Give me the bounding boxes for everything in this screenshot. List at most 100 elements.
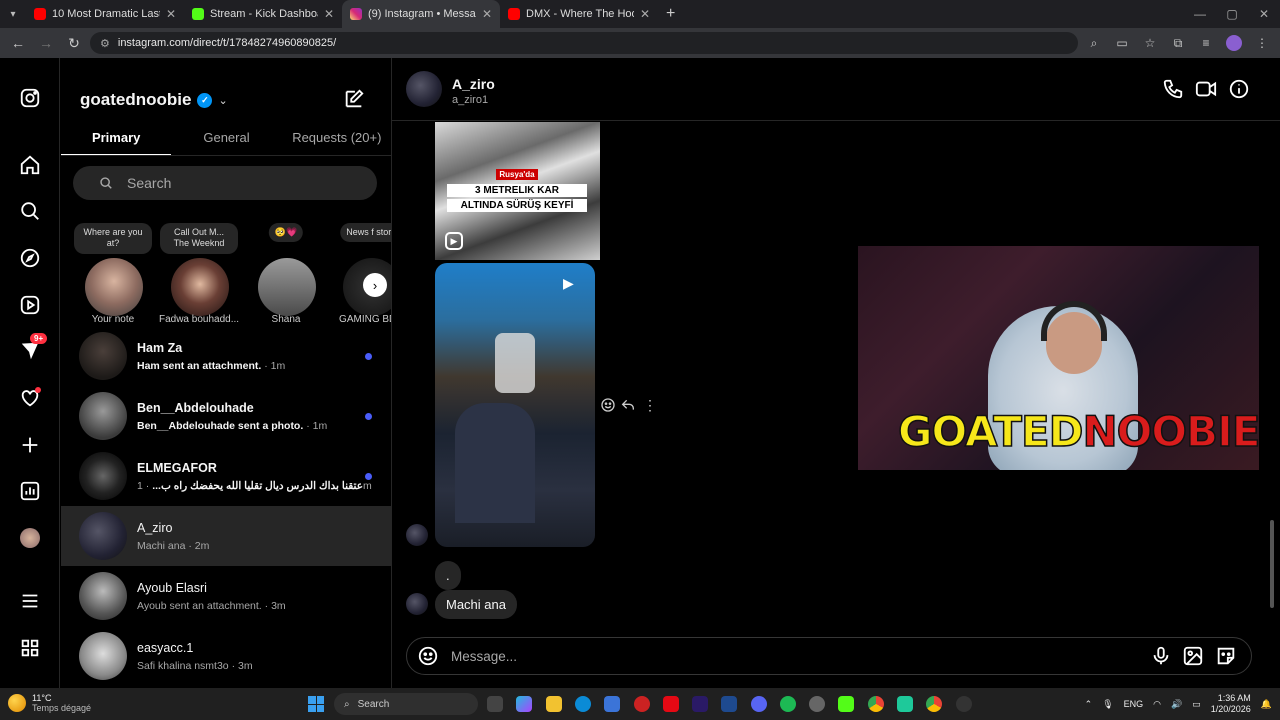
- language-indicator[interactable]: ENG: [1124, 699, 1144, 709]
- chat-name[interactable]: A_ziro: [452, 76, 495, 92]
- minimize-icon[interactable]: —: [1184, 7, 1216, 21]
- store-icon[interactable]: [604, 696, 620, 712]
- sticker-icon[interactable]: [1215, 645, 1237, 667]
- file-explorer-icon[interactable]: [546, 696, 562, 712]
- instagram-icon[interactable]: [18, 86, 42, 110]
- close-window-icon[interactable]: ✕: [1248, 7, 1280, 21]
- chrome-icon[interactable]: [868, 696, 884, 712]
- tab-search-icon[interactable]: ▾: [0, 0, 26, 28]
- new-message-icon[interactable]: [343, 88, 365, 115]
- extensions-icon[interactable]: ⧉: [1166, 31, 1190, 55]
- more-icon[interactable]: [18, 636, 42, 660]
- dashboard-icon[interactable]: [18, 479, 42, 503]
- bookmark-star-icon[interactable]: ☆: [1138, 31, 1162, 55]
- photoshop-icon[interactable]: [721, 696, 737, 712]
- taskbar-search[interactable]: ⌕ Search: [334, 693, 478, 715]
- shared-photo[interactable]: ▶: [435, 263, 595, 547]
- url-text: instagram.com/direct/t/17848274960890825…: [117, 37, 337, 49]
- chrome-icon[interactable]: [926, 696, 942, 712]
- battery-icon[interactable]: ▭: [1192, 699, 1201, 710]
- tab-general[interactable]: General: [171, 128, 281, 155]
- reels-icon[interactable]: [18, 293, 42, 317]
- react-emoji-icon[interactable]: [600, 397, 616, 413]
- phone-call-icon[interactable]: [1162, 78, 1186, 102]
- cast-icon[interactable]: ▭: [1110, 31, 1134, 55]
- search-input[interactable]: Search: [73, 166, 377, 200]
- conversation-item[interactable]: Ben__Abdelouhade Ben__Abdelouhade sent a…: [61, 386, 391, 446]
- profile-icon[interactable]: [18, 526, 42, 550]
- home-icon[interactable]: [18, 153, 42, 177]
- spotify-icon[interactable]: [780, 696, 796, 712]
- search-icon[interactable]: [18, 199, 42, 223]
- image-upload-icon[interactable]: [1182, 645, 1204, 667]
- new-tab-icon[interactable]: +: [658, 5, 683, 23]
- chat-scrollbar[interactable]: [1268, 58, 1276, 658]
- reply-icon[interactable]: [620, 397, 636, 413]
- edge-icon[interactable]: [575, 696, 591, 712]
- conversation-item[interactable]: Ham Za Ham sent an attachment. · 1m: [61, 326, 391, 386]
- menu-icon[interactable]: [18, 589, 42, 613]
- conversation-name: ELMEGAFOR: [137, 460, 217, 475]
- app-icon[interactable]: [897, 696, 913, 712]
- scrollbar-thumb[interactable]: [1270, 520, 1274, 608]
- browser-tab-4[interactable]: DMX - Where The Hood At? (D ✕: [500, 0, 658, 28]
- notes-next-arrow-icon[interactable]: ›: [363, 273, 387, 297]
- app-icon[interactable]: [634, 696, 650, 712]
- browser-menu-icon[interactable]: ⋮: [1250, 31, 1274, 55]
- app-icon[interactable]: [956, 696, 972, 712]
- profile-avatar-icon[interactable]: [1222, 31, 1246, 55]
- note-name: Your note: [91, 314, 135, 325]
- browser-tab-3[interactable]: (9) Instagram • Messages ✕: [342, 0, 500, 28]
- avatar: [171, 258, 229, 316]
- browser-tab-1[interactable]: 10 Most Dramatic Last MINUTE ✕: [26, 0, 184, 28]
- create-icon[interactable]: [18, 433, 42, 457]
- windows-start-icon[interactable]: [308, 696, 324, 712]
- shared-reel-thumbnail[interactable]: Rusya'da 3 METRELIK KAR ALTINDA SÜRÜŞ KE…: [435, 122, 600, 260]
- close-tab-icon[interactable]: ✕: [640, 7, 650, 21]
- zoom-icon[interactable]: ⌕: [1082, 31, 1106, 55]
- conversation-item[interactable]: ELMEGAFOR عتقنا بداك الدرس ديال تقليا ال…: [61, 446, 391, 506]
- wifi-icon[interactable]: ◠: [1153, 699, 1161, 710]
- conversation-list-panel: goatednoobie ✓ ⌄ Primary General Request…: [61, 58, 392, 688]
- tray-expand-icon[interactable]: ⌃: [1085, 699, 1093, 710]
- microphone-icon[interactable]: [1150, 645, 1172, 667]
- url-field[interactable]: ⚙ instagram.com/direct/t/178482749608908…: [90, 32, 1078, 54]
- browser-tab-2[interactable]: Stream - Kick Dashboard ✕: [184, 0, 342, 28]
- site-info-icon[interactable]: ⚙: [100, 37, 110, 50]
- info-icon[interactable]: [1228, 78, 1252, 102]
- discord-icon[interactable]: [751, 696, 767, 712]
- netflix-icon[interactable]: [663, 696, 679, 712]
- messages-icon[interactable]: 9+: [18, 333, 48, 363]
- conversation-item[interactable]: easyacc.1 Safi khalina nsmt3o · 3m: [61, 626, 391, 686]
- obs-icon[interactable]: [809, 696, 825, 712]
- close-tab-icon[interactable]: ✕: [324, 7, 334, 21]
- more-options-icon[interactable]: ⋮: [642, 397, 658, 413]
- close-tab-icon[interactable]: ✕: [166, 7, 176, 21]
- clock[interactable]: 1:36 AM 1/20/2026: [1211, 693, 1251, 716]
- weather-widget[interactable]: 11°C Temps dégagé: [8, 693, 91, 713]
- back-icon[interactable]: ←: [6, 31, 30, 55]
- notifications-bell-icon[interactable]: 🔔: [1261, 699, 1272, 710]
- close-tab-icon[interactable]: ✕: [482, 7, 492, 21]
- premiere-icon[interactable]: [692, 696, 708, 712]
- emoji-icon[interactable]: [417, 645, 439, 667]
- task-view-icon[interactable]: [487, 696, 503, 712]
- conversation-item-selected[interactable]: A_ziro Machi ana · 2m: [61, 506, 391, 566]
- tab-requests[interactable]: Requests (20+): [282, 128, 391, 155]
- volume-icon[interactable]: 🔊: [1171, 699, 1182, 710]
- explore-icon[interactable]: [18, 246, 42, 270]
- video-call-icon[interactable]: [1195, 78, 1219, 102]
- conversation-item[interactable]: Ayoub Elasri Ayoub sent an attachment. ·…: [61, 566, 391, 626]
- tab-primary[interactable]: Primary: [61, 128, 172, 155]
- microphone-tray-icon[interactable]: 🎙: [1102, 699, 1113, 710]
- avatar[interactable]: [406, 71, 442, 107]
- copilot-icon[interactable]: [516, 696, 532, 712]
- kick-icon[interactable]: [838, 696, 854, 712]
- reading-list-icon[interactable]: ≡: [1194, 31, 1218, 55]
- message-input[interactable]: Message...: [406, 637, 1252, 675]
- reload-icon[interactable]: ↻: [62, 31, 86, 55]
- forward-icon[interactable]: →: [34, 31, 58, 55]
- restore-icon[interactable]: ▢: [1216, 7, 1248, 21]
- notifications-icon[interactable]: [18, 386, 42, 410]
- account-switcher[interactable]: goatednoobie ✓ ⌄: [80, 90, 228, 110]
